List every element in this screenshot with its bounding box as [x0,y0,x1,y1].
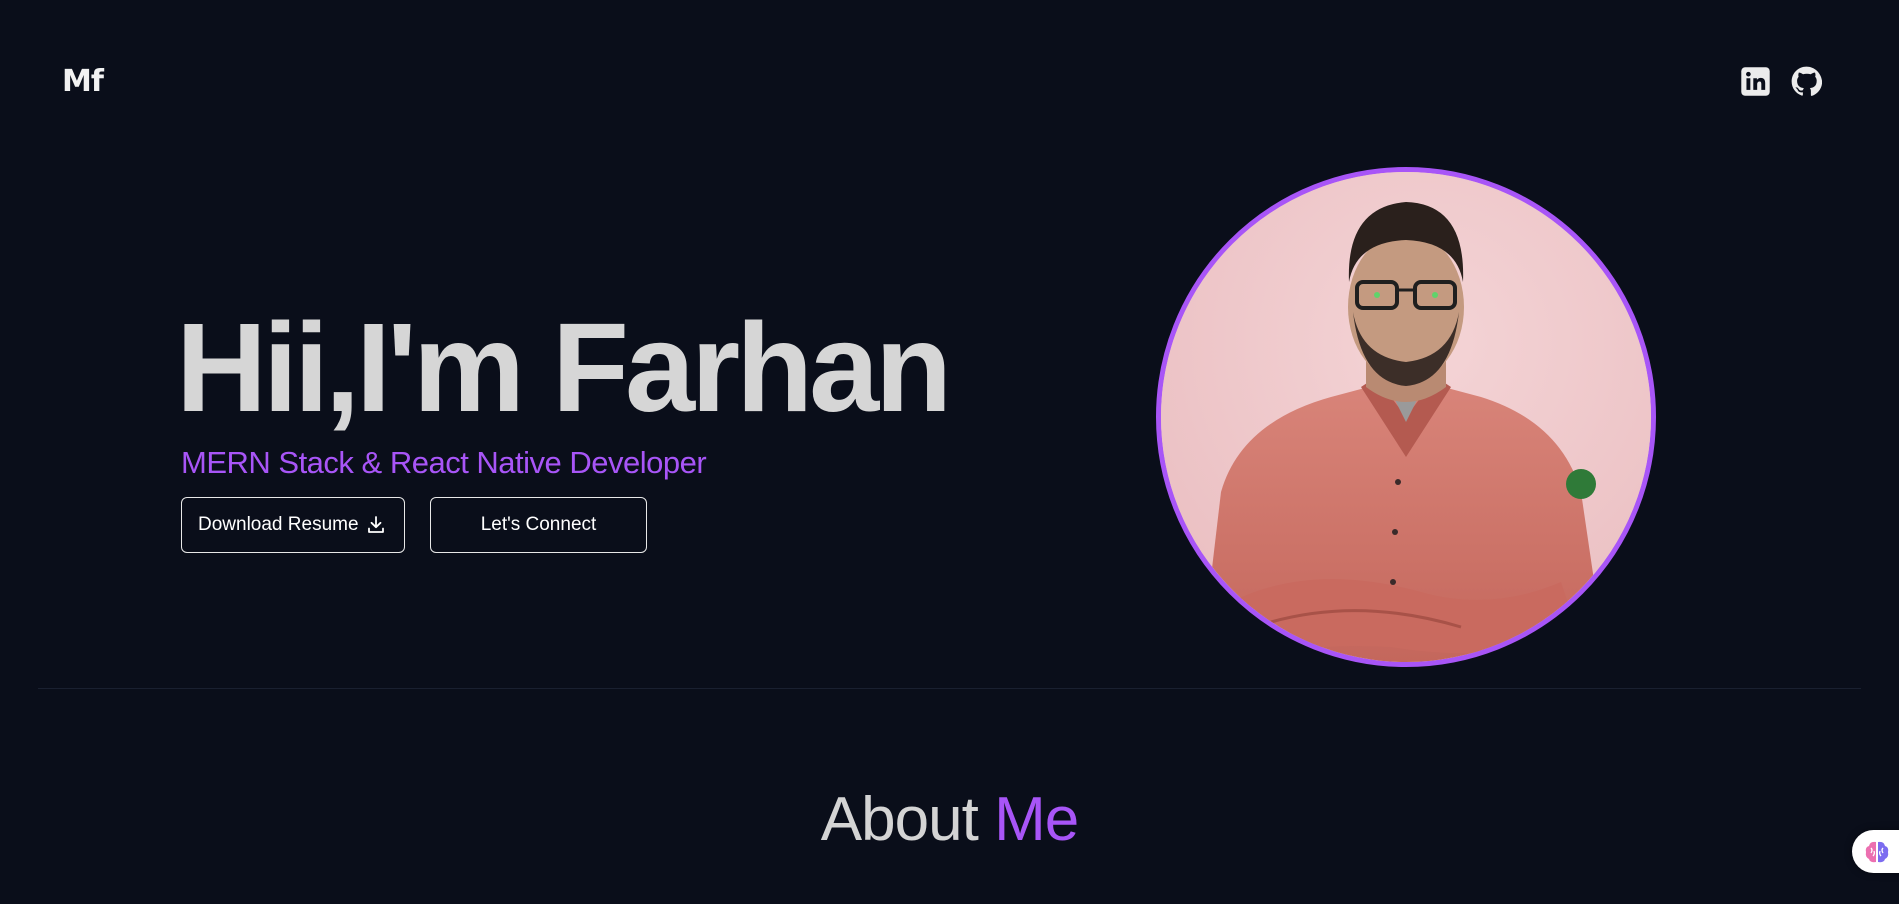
about-heading: About Me [0,782,1899,858]
hero-subtitle: MERN Stack & React Native Developer [181,445,707,480]
lets-connect-button[interactable]: Let's Connect [430,497,647,553]
linkedin-icon [1740,66,1771,97]
download-icon [366,515,386,535]
profile-photo [1156,167,1656,667]
linkedin-link[interactable] [1740,66,1771,97]
github-icon [1791,66,1822,97]
lets-connect-label: Let's Connect [480,514,597,535]
download-resume-label: Download Resume [198,514,359,535]
hero-title: Hii,I'm Farhan [176,297,952,438]
github-link[interactable] [1791,66,1822,97]
about-heading-accent: Me [994,785,1079,854]
about-heading-word: About [820,785,979,854]
download-resume-button[interactable]: Download Resume [181,497,405,553]
floating-widget-button[interactable] [1852,830,1899,873]
logo[interactable]: Mf [62,64,104,100]
section-divider [38,688,1861,689]
social-links [1740,66,1822,97]
